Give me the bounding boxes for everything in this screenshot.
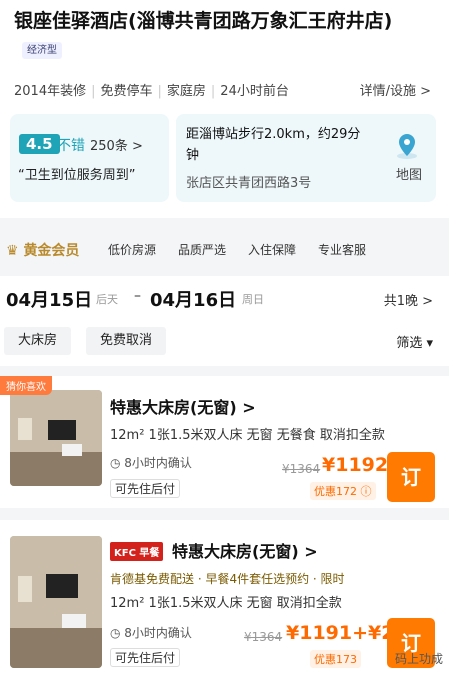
hotel-type-badge: 经济型: [22, 42, 62, 59]
rating-box[interactable]: 4.5 不错 250条 > “卫生到位服务周到”: [10, 114, 169, 202]
location-box[interactable]: 距淄博站步行2.0km，约29分钟 张店区共青团西路3号 地图: [176, 114, 436, 202]
rating-score: 4.5: [19, 134, 60, 154]
room-name[interactable]: 特惠大床房(无窗) >: [172, 538, 318, 562]
checkout-date[interactable]: 04月16日: [150, 286, 236, 312]
pay-later-tag: 可先住后付: [110, 479, 181, 498]
facilities-row: 2014年装修 | 免费停车 | 家庭房 | 24小时前台: [14, 84, 289, 99]
facility-item: 2014年装修: [14, 84, 87, 99]
distance-text: 距淄博站步行2.0km，约29分钟: [186, 127, 361, 163]
gold-member-label[interactable]: ♛ 黄金会员: [6, 240, 79, 260]
confirm-time: ◷ 8小时内确认: [110, 456, 192, 470]
checkin-date[interactable]: 04月15日: [6, 286, 92, 312]
room-card[interactable]: 猜你喜欢 特惠大床房(无窗) > 12m² 1张1.5米双人床 无窗 无餐食 取…: [0, 376, 449, 508]
room-photo-image: [10, 390, 102, 486]
room-photo-image: [10, 536, 102, 668]
discount-badge[interactable]: 优惠173: [310, 650, 361, 668]
current-price: ¥1192: [322, 454, 389, 476]
filter-button[interactable]: 筛选 ▾: [396, 332, 433, 351]
checkout-day: 周日: [242, 293, 264, 306]
watermark: 码上功成: [394, 652, 443, 666]
review-quote: “卫生到位服务周到”: [18, 168, 136, 183]
room-photo[interactable]: [10, 536, 102, 668]
date-selector[interactable]: 04月15日 后天 – 04月16日 周日 共1晚 >: [0, 276, 449, 320]
perk-item: 入住保障: [248, 243, 297, 257]
member-strip: ♛ 黄金会员 低价房源 品质严选 入住保障 专业客服: [0, 228, 449, 272]
facility-item: 24小时前台: [220, 84, 289, 99]
kfc-breakfast-badge: KFC 早餐: [110, 542, 164, 561]
filter-chip-free-cancel[interactable]: 免费取消: [86, 327, 167, 355]
date-dash: –: [134, 288, 141, 304]
room-card[interactable]: KFC 早餐 特惠大床房(无窗) > 肯德基免费配送 · 早餐4件套任选预约 ·…: [0, 520, 449, 675]
filter-bar: 大床房 免费取消 筛选 ▾: [0, 320, 449, 366]
kfc-note: 肯德基免费配送 · 早餐4件套任选预约 · 限时: [110, 572, 345, 586]
room-specs: 12m² 1张1.5米双人床 无窗 取消扣全款: [110, 596, 342, 611]
recommend-tag: 猜你喜欢: [0, 376, 52, 395]
original-price: ¥1364: [282, 462, 321, 476]
details-link[interactable]: 详情/设施 >: [360, 80, 431, 99]
room-name[interactable]: 特惠大床房(无窗) >: [110, 394, 256, 418]
book-button[interactable]: 订: [387, 452, 435, 502]
perk-item: 品质严选: [178, 243, 227, 257]
nights-count[interactable]: 共1晚 >: [384, 290, 433, 309]
checkin-day: 后天: [96, 293, 118, 306]
pay-later-tag: 可先住后付: [110, 648, 181, 667]
rating-grade: 不错: [57, 138, 85, 154]
hotel-header-card: 银座佳驿酒店(淄博共青团路万象汇王府井店) 经济型 2014年装修 | 免费停车 | 家庭…: [0, 0, 449, 218]
perk-item: 低价房源: [108, 243, 157, 257]
facility-item: 家庭房: [166, 84, 206, 99]
map-icon[interactable]: [394, 132, 420, 160]
address-text: 张店区共青团西路3号: [186, 176, 312, 191]
hotel-name: 银座佳驿酒店(淄博共青团路万象汇王府井店): [14, 10, 393, 32]
perk-item: 专业客服: [318, 243, 367, 257]
filter-chip-bed[interactable]: 大床房: [4, 327, 72, 355]
room-photo[interactable]: [10, 390, 102, 486]
confirm-time: ◷ 8小时内确认: [110, 626, 192, 640]
original-price: ¥1364: [244, 630, 283, 644]
crown-icon: ♛: [6, 243, 19, 259]
discount-badge[interactable]: 优惠172 ⓘ: [310, 482, 376, 500]
facility-item: 免费停车: [100, 84, 153, 99]
map-label[interactable]: 地图: [396, 164, 422, 183]
room-specs: 12m² 1张1.5米双人床 无窗 无餐食 取消扣全款: [110, 428, 385, 443]
hotel-title: 银座佳驿酒店(淄博共青团路万象汇王府井店) 经济型: [14, 6, 434, 66]
review-count[interactable]: 250条 >: [90, 135, 143, 154]
